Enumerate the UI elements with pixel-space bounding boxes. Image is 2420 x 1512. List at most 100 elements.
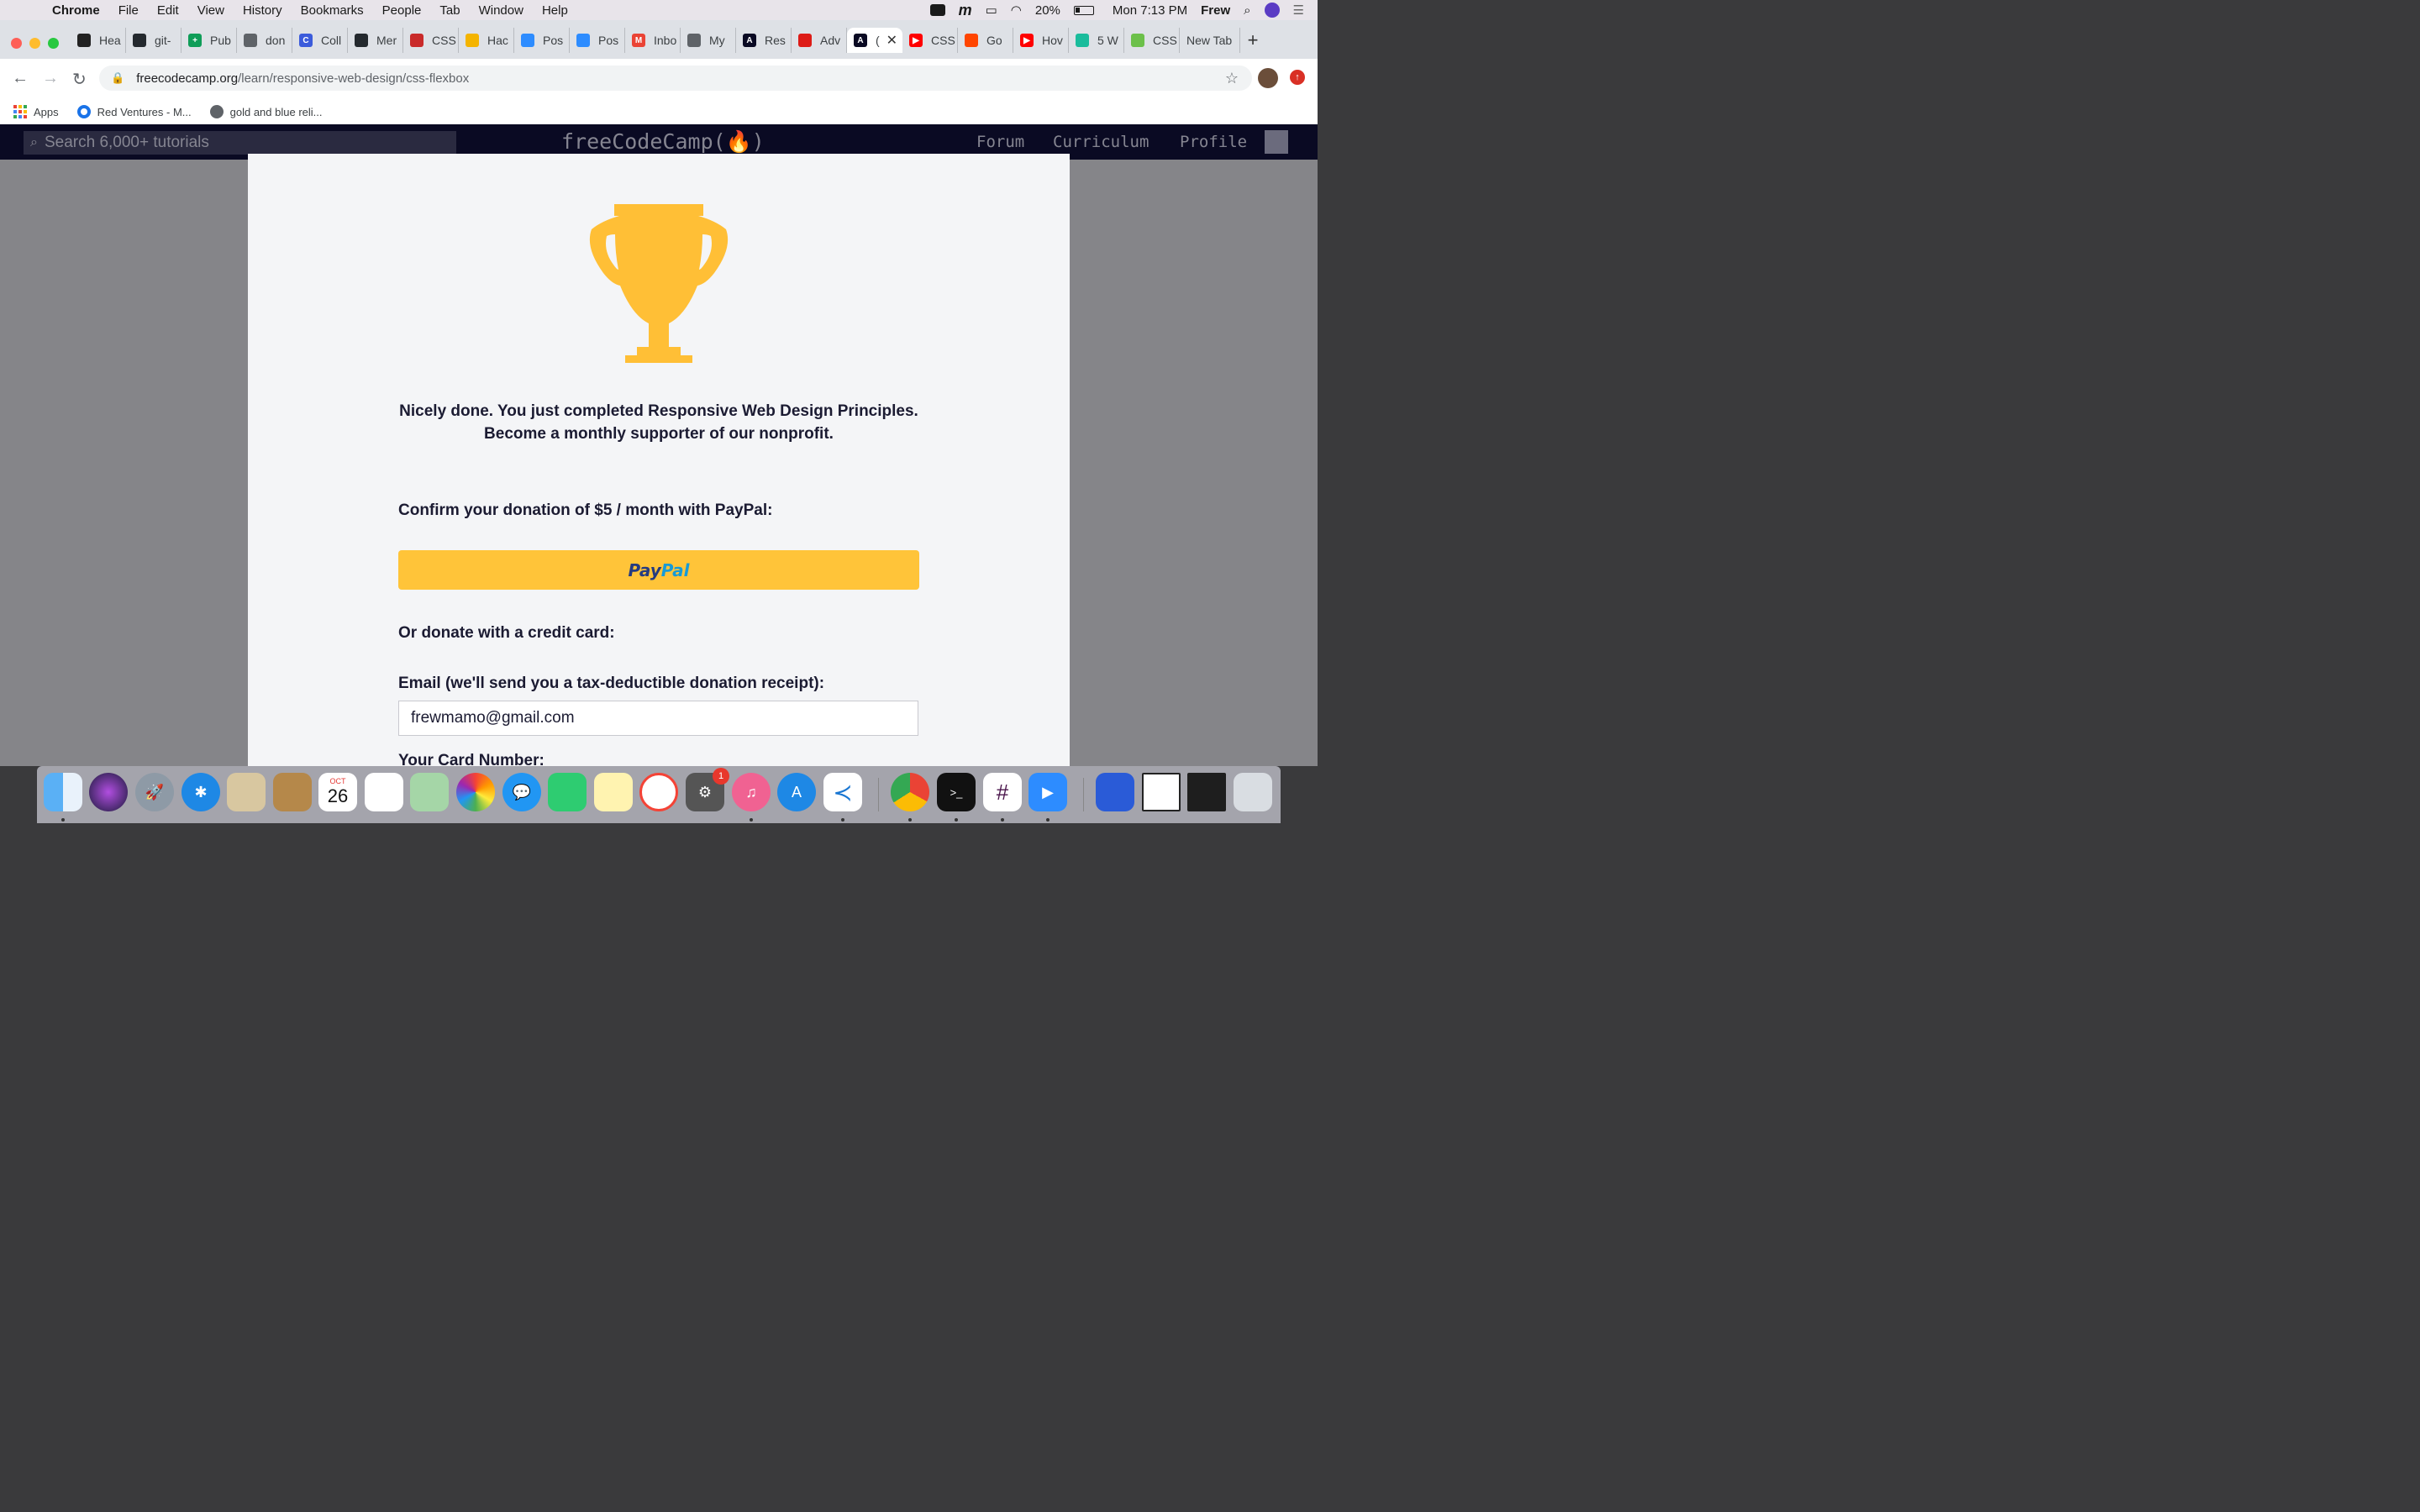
- launchpad-icon[interactable]: 🚀: [135, 773, 174, 811]
- window-minimize-button[interactable]: [29, 38, 40, 49]
- bookmark-gold-and-blue[interactable]: gold and blue reli...: [209, 105, 323, 118]
- photos-icon[interactable]: [456, 773, 495, 811]
- news-icon[interactable]: [639, 773, 678, 811]
- notes-icon[interactable]: [594, 773, 633, 811]
- tab[interactable]: Hea: [71, 28, 126, 53]
- search-placeholder: Search 6,000+ tutorials: [44, 134, 209, 151]
- user-avatar[interactable]: [1265, 130, 1288, 154]
- spotlight-search-icon[interactable]: ⌕: [1244, 3, 1250, 18]
- battery-percent[interactable]: 20%: [1035, 3, 1060, 18]
- maps-icon[interactable]: [410, 773, 449, 811]
- address-bar[interactable]: 🔒 freecodecamp.org/learn/responsive-web-…: [99, 66, 1252, 91]
- nav-curriculum[interactable]: Curriculum: [1053, 133, 1149, 151]
- chrome-icon[interactable]: [891, 773, 929, 811]
- tab[interactable]: C Coll: [292, 28, 348, 53]
- tab[interactable]: Go: [958, 28, 1013, 53]
- nav-profile[interactable]: Profile: [1180, 133, 1247, 151]
- wifi-icon[interactable]: ◠: [1011, 3, 1022, 18]
- tab[interactable]: CSS: [403, 28, 459, 53]
- finder-icon[interactable]: [44, 773, 82, 811]
- tab[interactable]: 5 W: [1069, 28, 1124, 53]
- menu-view[interactable]: View: [197, 3, 224, 18]
- mural-status-icon[interactable]: m: [959, 2, 972, 19]
- tab[interactable]: New Tab: [1180, 28, 1240, 53]
- tab-active[interactable]: A (✕: [847, 28, 902, 53]
- menu-history[interactable]: History: [243, 3, 282, 18]
- siri-icon[interactable]: [1264, 3, 1280, 18]
- back-arrow-icon[interactable]: ←: [12, 69, 29, 88]
- fcc-logo[interactable]: freeCodeCamp(🔥): [561, 129, 765, 155]
- menu-app-chrome[interactable]: Chrome: [52, 3, 100, 18]
- nav-forum[interactable]: Forum: [976, 133, 1024, 151]
- reload-icon[interactable]: ↻: [72, 69, 87, 90]
- zoom-status-icon[interactable]: [929, 4, 945, 16]
- messages-icon[interactable]: 💬: [502, 773, 541, 811]
- tab[interactable]: git-: [126, 28, 182, 53]
- forward-arrow-icon[interactable]: →: [42, 69, 59, 88]
- facetime-icon[interactable]: [548, 773, 587, 811]
- tab[interactable]: ▶ CSS: [902, 28, 958, 53]
- bookmark-star-icon[interactable]: ☆: [1225, 70, 1239, 87]
- notification-center-icon[interactable]: ☰: [1293, 3, 1304, 18]
- airplay-icon[interactable]: ▭: [986, 3, 997, 18]
- system-preferences-icon[interactable]: ⚙ 1: [686, 768, 729, 811]
- tab[interactable]: + Pub: [182, 28, 237, 53]
- menu-people[interactable]: People: [382, 3, 422, 18]
- slack-icon[interactable]: #: [983, 773, 1022, 811]
- mail-icon[interactable]: [227, 773, 266, 811]
- tabs-container: Hea git- + Pub don C Coll Mer CSS Hac Pos Pos M Inbo M…: [71, 28, 1265, 53]
- user-name[interactable]: Frew: [1201, 3, 1230, 18]
- tab[interactable]: M Inbo: [625, 28, 681, 53]
- reminders-icon[interactable]: [365, 773, 403, 811]
- paypal-logo-pal: Pal: [660, 559, 690, 580]
- clock[interactable]: Mon 7:13 PM: [1113, 3, 1187, 18]
- completion-message: Nicely done. You just completed Responsi…: [0, 400, 1318, 445]
- menu-bookmarks[interactable]: Bookmarks: [301, 3, 364, 18]
- tab[interactable]: don: [237, 28, 292, 53]
- calendar-month: OCT: [329, 777, 346, 785]
- terminal-icon[interactable]: >_: [937, 773, 976, 811]
- lock-icon[interactable]: 🔒: [111, 71, 124, 85]
- calendar-icon[interactable]: OCT 26: [318, 773, 357, 811]
- menu-window[interactable]: Window: [479, 3, 523, 18]
- fcc-search-input[interactable]: ⌕ Search 6,000+ tutorials: [24, 131, 456, 155]
- contacts-icon[interactable]: [273, 773, 312, 811]
- minimized-window-document-icon[interactable]: [1142, 773, 1181, 811]
- tab[interactable]: A Res: [736, 28, 792, 53]
- tab[interactable]: My: [681, 28, 736, 53]
- tab[interactable]: ▶ Hov: [1013, 28, 1069, 53]
- app-store-icon[interactable]: A: [777, 773, 816, 811]
- safari-icon[interactable]: ✱: [182, 773, 220, 811]
- siri-icon[interactable]: [89, 773, 128, 811]
- menu-help[interactable]: Help: [542, 3, 568, 18]
- window-close-button[interactable]: [11, 38, 22, 49]
- tab-close-icon[interactable]: ✕: [886, 32, 897, 49]
- chrome-update-icon[interactable]: ↑: [1290, 70, 1305, 85]
- music-icon[interactable]: ♫: [732, 773, 771, 811]
- battery-icon[interactable]: [1073, 5, 1094, 15]
- new-tab-button[interactable]: +: [1240, 28, 1265, 53]
- zoom-icon[interactable]: ▶: [1028, 773, 1067, 811]
- bookmark-apps[interactable]: Apps: [0, 105, 59, 118]
- tab[interactable]: Mer: [348, 28, 403, 53]
- email-field[interactable]: [398, 701, 918, 736]
- profile-avatar[interactable]: [1258, 68, 1278, 88]
- window-zoom-button[interactable]: [48, 38, 59, 49]
- tab[interactable]: Pos: [570, 28, 625, 53]
- minimized-window-vscode-icon[interactable]: [1187, 773, 1226, 811]
- tab[interactable]: CSS: [1124, 28, 1180, 53]
- minimized-window-keyboard-icon[interactable]: [1096, 773, 1134, 811]
- tab[interactable]: Hac: [459, 28, 514, 53]
- menu-edit[interactable]: Edit: [157, 3, 179, 18]
- tab-label: Pos: [598, 34, 619, 47]
- calendar-day: 26: [327, 785, 349, 806]
- vscode-icon[interactable]: ≺: [823, 773, 862, 811]
- tab[interactable]: Pos: [514, 28, 570, 53]
- bookmark-red-ventures[interactable]: Red Ventures - M...: [76, 105, 192, 118]
- tab[interactable]: Adv: [792, 28, 847, 53]
- paypal-button[interactable]: Pay Pal: [398, 550, 919, 590]
- menu-file[interactable]: File: [118, 3, 139, 18]
- trash-icon[interactable]: [1234, 773, 1272, 811]
- completion-message-line1: Nicely done. You just completed Responsi…: [399, 402, 918, 420]
- menu-tab[interactable]: Tab: [439, 3, 460, 18]
